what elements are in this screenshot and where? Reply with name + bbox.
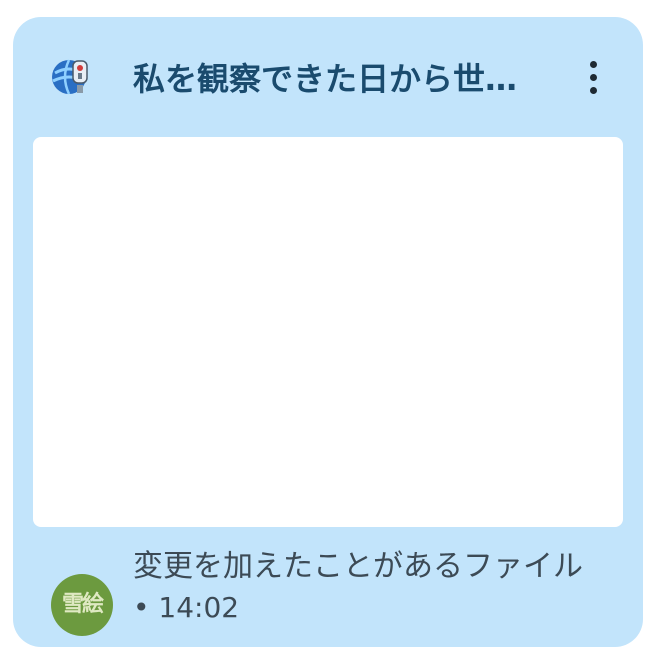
- file-card[interactable]: 私を観察できた日から世… 雪絵 変更を加えたことがあるファイル • 14:02: [13, 17, 643, 647]
- card-footer: 雪絵 変更を加えたことがあるファイル • 14:02: [13, 537, 643, 637]
- avatar-text: 雪絵: [61, 592, 104, 617]
- more-vert-icon[interactable]: [573, 55, 613, 99]
- card-header: 私を観察できた日から世…: [13, 17, 643, 135]
- more-dot: [589, 86, 597, 94]
- file-thumbnail[interactable]: [33, 137, 623, 527]
- owner-avatar: 雪絵: [51, 574, 113, 636]
- activity-time: • 14:02: [133, 591, 240, 624]
- more-dot: [589, 60, 597, 68]
- activity-reason: 変更を加えたことがあるファイル: [133, 549, 583, 584]
- world-globe-icon: [49, 55, 91, 97]
- more-dot: [589, 73, 597, 81]
- card-title[interactable]: 私を観察できた日から世…: [133, 57, 553, 101]
